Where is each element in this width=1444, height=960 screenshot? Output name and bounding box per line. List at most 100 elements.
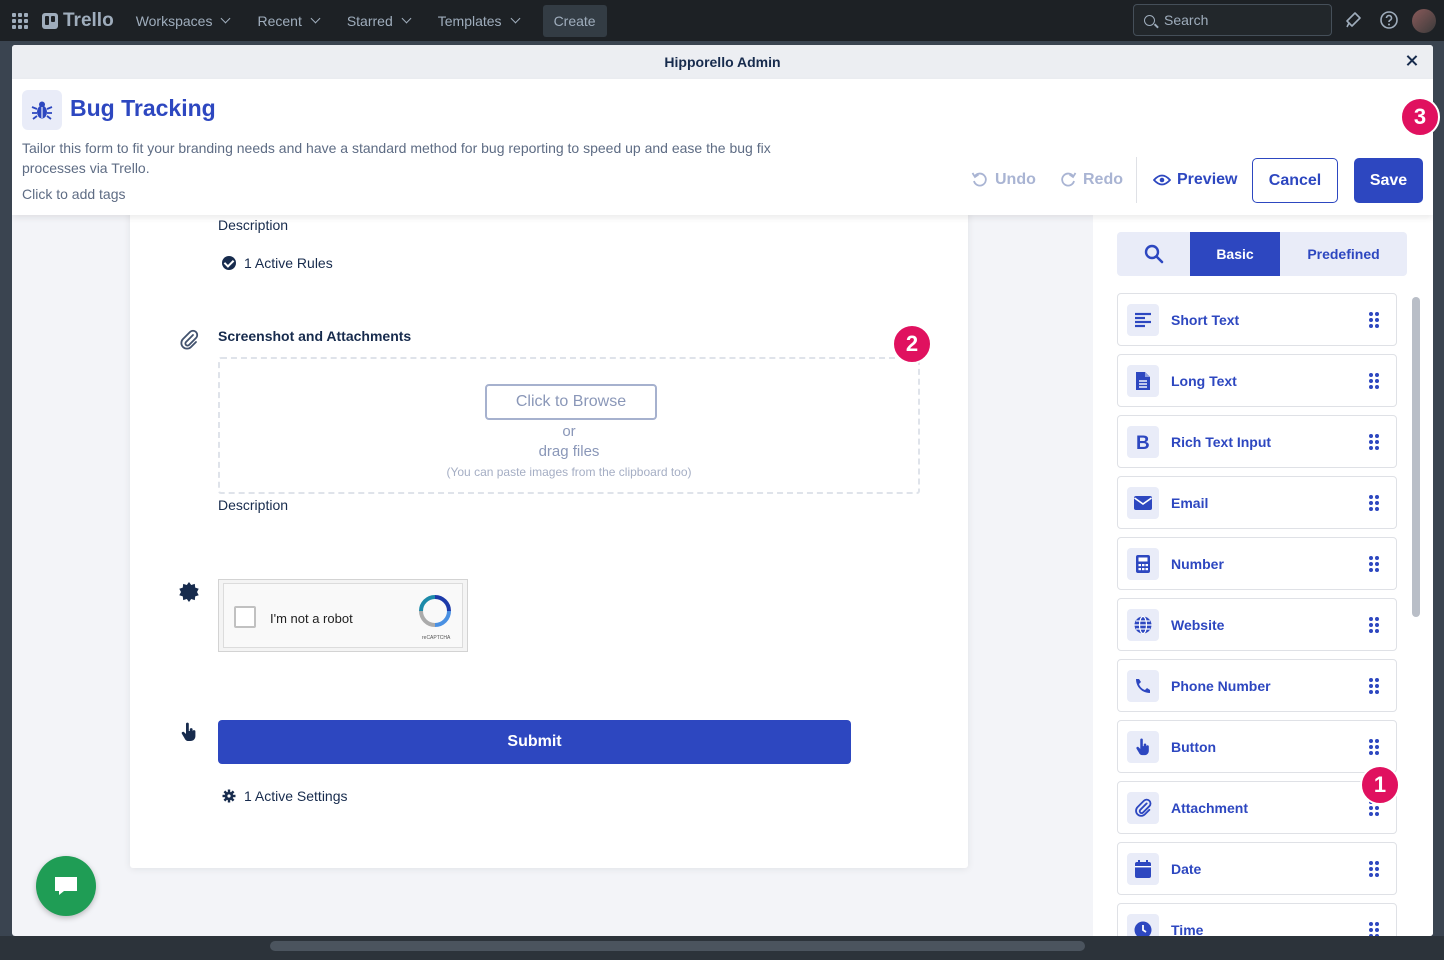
calculator-icon (1127, 547, 1159, 580)
search-icon (1144, 244, 1163, 264)
drag-handle-icon[interactable] (1369, 433, 1379, 450)
save-button[interactable]: Save (1354, 158, 1423, 203)
callout-badge-1: 1 (1360, 765, 1400, 805)
palette-item-rich-text-input[interactable]: B Rich Text Input (1117, 415, 1397, 468)
paste-hint: (You can paste images from the clipboard… (446, 465, 692, 479)
palette-item-label: Long Text (1171, 372, 1237, 389)
palette-item-button[interactable]: Button (1117, 720, 1397, 773)
drag-files-text: drag files (538, 443, 600, 460)
trello-logo-text: Trello (63, 9, 114, 31)
svg-text:B: B (1136, 433, 1150, 452)
recaptcha-logo-icon (419, 595, 451, 627)
form-description[interactable]: Tailor this form to fit your branding ne… (22, 138, 792, 178)
palette-item-label: Email (1171, 494, 1209, 511)
form-title[interactable]: Bug Tracking (70, 95, 216, 122)
preview-button[interactable]: Preview (1153, 171, 1237, 189)
palette-item-attachment[interactable]: Attachment (1117, 781, 1397, 834)
callout-badge-3: 3 (1400, 97, 1440, 137)
add-tags-link[interactable]: Click to add tags (22, 186, 126, 202)
preview-label: Preview (1177, 171, 1238, 188)
active-rules-label: 1 Active Rules (244, 255, 333, 271)
tab-predefined[interactable]: Predefined (1280, 232, 1407, 276)
palette-item-label: Time (1171, 921, 1204, 937)
undo-button[interactable]: Undo (971, 171, 1036, 189)
badge-seal-icon (179, 582, 199, 602)
description-label[interactable]: Description (218, 217, 288, 233)
nav-templates[interactable]: Templates (437, 12, 521, 29)
cancel-button[interactable]: Cancel (1252, 158, 1338, 203)
align-left-icon (1127, 303, 1159, 336)
palette-item-time[interactable]: Time (1117, 903, 1397, 936)
file-dropzone[interactable]: Click to Browse or drag files (You can p… (218, 357, 920, 494)
pointer-hand-icon (1127, 730, 1159, 763)
drag-handle-icon[interactable] (1369, 738, 1379, 755)
nav-workspaces[interactable]: Workspaces (136, 13, 231, 29)
drag-handle-icon[interactable] (1369, 494, 1379, 511)
app-switcher-icon[interactable] (12, 12, 28, 29)
help-icon[interactable] (1379, 10, 1399, 30)
horizontal-scrollbar[interactable] (270, 941, 1085, 951)
palette-item-number[interactable]: Number (1117, 537, 1397, 590)
recaptcha-checkbox[interactable] (234, 606, 256, 628)
nav-templates-label: Templates (437, 12, 502, 29)
palette-item-date[interactable]: Date (1117, 842, 1397, 895)
palette-scrollbar[interactable] (1412, 297, 1420, 617)
drag-handle-icon[interactable] (1369, 860, 1379, 877)
create-button[interactable]: Create (542, 4, 607, 37)
active-settings-link[interactable]: 1 Active Settings (222, 788, 348, 804)
avatar[interactable] (1412, 9, 1436, 33)
recaptcha-brand: reCAPTCHA (422, 635, 451, 641)
nav-recent[interactable]: Recent (257, 12, 321, 29)
globe-icon (1127, 608, 1159, 641)
redo-button[interactable]: Redo (1059, 171, 1123, 189)
nav-starred-label: Starred (346, 12, 393, 29)
hipporello-admin-modal: Hipporello Admin Bug Tracking Tailor thi… (12, 45, 1433, 936)
trello-logo[interactable]: Trello (42, 10, 114, 32)
recaptcha-widget: I'm not a robot reCAPTCHA (218, 579, 468, 652)
drag-handle-icon[interactable] (1369, 372, 1379, 389)
palette-search-button[interactable] (1117, 232, 1190, 276)
chat-launcher-button[interactable] (36, 856, 96, 916)
nav-menu: Workspaces Recent Starred Templates Crea… (136, 4, 607, 37)
submit-button[interactable]: Submit (218, 720, 851, 764)
nav-starred[interactable]: Starred (346, 12, 412, 29)
browse-button[interactable]: Click to Browse (485, 384, 657, 420)
tab-basic[interactable]: Basic (1190, 232, 1280, 276)
palette-item-long-text[interactable]: Long Text (1117, 354, 1397, 407)
drag-handle-icon[interactable] (1369, 677, 1379, 694)
palette-item-phone-number[interactable]: Phone Number (1117, 659, 1397, 712)
trello-logo-icon (42, 12, 58, 29)
palette-tabs: Basic Predefined (1117, 232, 1407, 276)
calendar-icon (1127, 852, 1159, 885)
search-icon (1144, 14, 1155, 26)
search-input[interactable]: Search (1133, 4, 1332, 36)
toolbar-divider (1136, 157, 1137, 203)
paperclip-icon (1127, 791, 1159, 824)
active-rules-link[interactable]: 1 Active Rules (222, 255, 333, 271)
modal-title-bar: Hipporello Admin (12, 45, 1433, 79)
megaphone-icon[interactable] (1343, 10, 1363, 30)
palette-item-short-text[interactable]: Short Text (1117, 293, 1397, 346)
field-palette-panel: Basic Predefined Short Text Long Text B … (1093, 215, 1433, 936)
chevron-down-icon (221, 13, 231, 24)
check-circle-icon (222, 256, 236, 270)
palette-item-label: Attachment (1171, 799, 1249, 816)
drag-handle-icon[interactable] (1369, 311, 1379, 328)
recaptcha-label: I'm not a robot (270, 611, 353, 626)
form-canvas (130, 195, 968, 868)
drag-handle-icon[interactable] (1369, 616, 1379, 633)
drag-handle-icon[interactable] (1369, 555, 1379, 572)
callout-badge-2: 2 (892, 324, 932, 364)
close-icon[interactable] (1403, 52, 1421, 70)
description-label-2[interactable]: Description (218, 497, 288, 513)
eye-icon (1153, 174, 1171, 186)
trello-top-nav: Trello Workspaces Recent Starred Templat… (0, 0, 1444, 41)
or-text: or (562, 423, 576, 440)
palette-item-email[interactable]: Email (1117, 476, 1397, 529)
palette-item-website[interactable]: Website (1117, 598, 1397, 651)
chevron-down-icon (401, 13, 412, 24)
drag-handle-icon[interactable] (1369, 921, 1379, 936)
phone-icon (1127, 669, 1159, 702)
attachment-field-title[interactable]: Screenshot and Attachments (218, 328, 411, 344)
nav-recent-label: Recent (257, 12, 302, 29)
